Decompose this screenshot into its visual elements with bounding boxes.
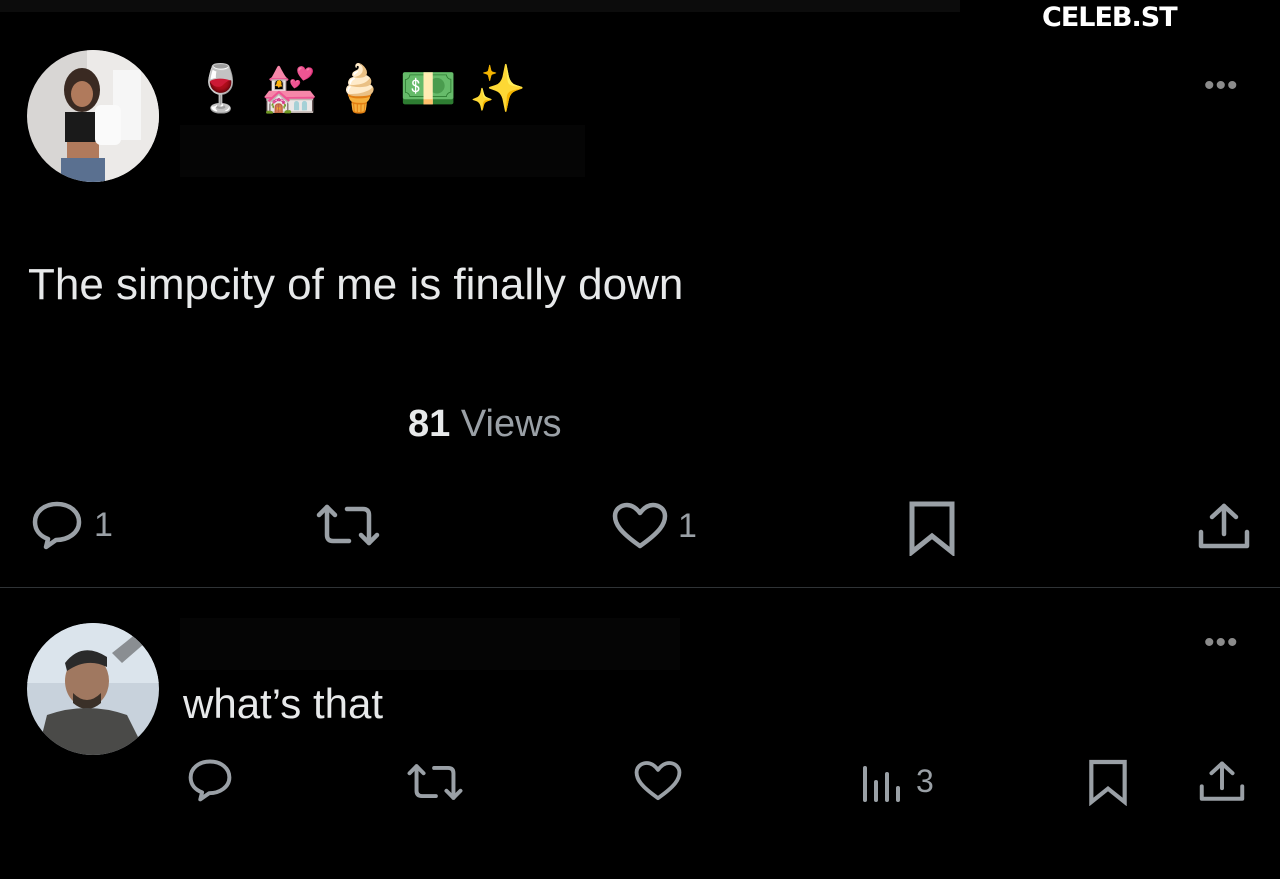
reply-views-button[interactable]: 3 (860, 760, 934, 802)
bookmark-icon (909, 501, 955, 556)
dollar-bill-icon: 💵 (399, 61, 470, 115)
bookmark-icon (1089, 759, 1127, 806)
tweet-text: The simpcity of me is finally down (28, 260, 684, 309)
redacted-name-area (180, 125, 585, 177)
reply-more-icon[interactable]: ••• (1204, 628, 1239, 658)
views-count: 81 (408, 403, 451, 445)
tweet-author-avatar[interactable] (27, 50, 159, 182)
tweet-views: 81 Views (408, 403, 562, 446)
like-count: 1 (678, 506, 697, 545)
sparkles-icon: ✨ (469, 61, 539, 115)
heart-icon (612, 502, 668, 549)
reply-share-button[interactable] (1198, 760, 1246, 804)
reply-count: 1 (94, 505, 113, 544)
reply-author-avatar[interactable] (27, 623, 159, 755)
reply-reply-button[interactable] (186, 758, 234, 802)
heart-icon (634, 761, 682, 801)
tweet-divider (0, 587, 1280, 588)
reply-icon (32, 501, 82, 550)
ice-cream-icon: 🍦 (330, 61, 400, 115)
share-icon (1198, 503, 1250, 549)
display-name-emojis: 🍷💒🍦💵✨ (192, 58, 538, 118)
top-status-strip (0, 0, 960, 12)
tweet-more-icon[interactable]: ••• (1204, 71, 1239, 101)
reply-like-button[interactable] (634, 760, 682, 802)
wine-glass-icon: 🍷 (192, 61, 262, 115)
reply-icon (188, 759, 232, 802)
reply-button[interactable]: 1 (30, 500, 113, 550)
reply-views-count: 3 (916, 762, 934, 799)
redacted-reply-name-area (180, 618, 680, 670)
analytics-icon (863, 766, 900, 802)
reply-bookmark-button[interactable] (1088, 758, 1128, 806)
wedding-chapel-icon: 💒 (261, 61, 331, 115)
share-button[interactable] (1197, 502, 1251, 552)
views-label: Views (460, 403, 562, 445)
share-icon (1199, 761, 1245, 801)
like-button[interactable]: 1 (612, 502, 697, 550)
reply-retweet-button[interactable] (406, 762, 464, 802)
reply-text: what’s that (183, 680, 384, 727)
watermark: CELEB.ST (1042, 2, 1178, 33)
bookmark-button[interactable] (908, 500, 956, 556)
retweet-icon (316, 504, 380, 546)
retweet-icon (407, 764, 463, 800)
retweet-button[interactable] (315, 503, 381, 547)
